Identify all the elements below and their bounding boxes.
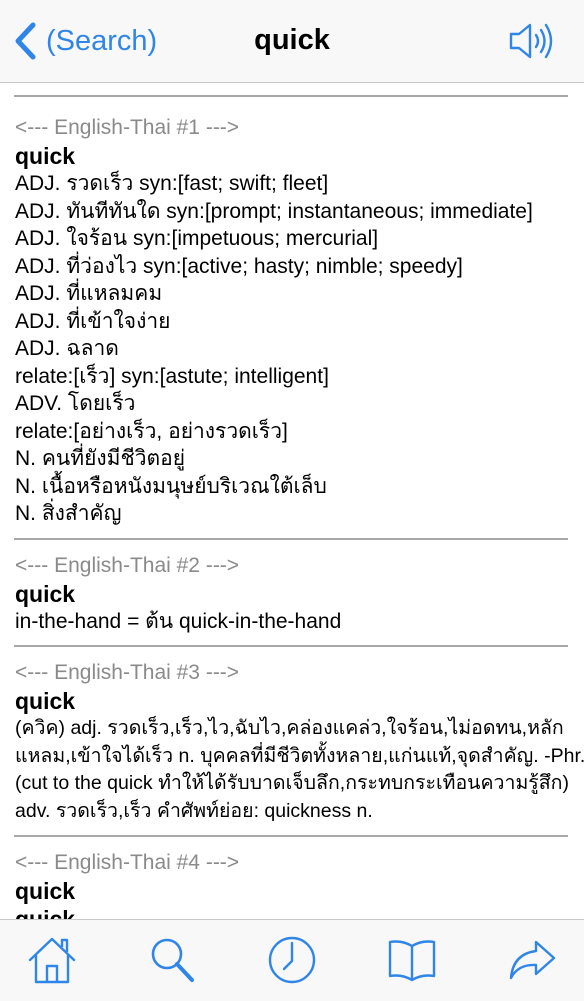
definition-line: ADJ. ที่แหลมคม: [15, 282, 163, 305]
tab-home[interactable]: [26, 934, 78, 986]
back-button-label: (Search): [46, 24, 158, 57]
tab-share[interactable]: [506, 934, 558, 986]
entry-headword: quick: [15, 878, 76, 904]
definition-line: N. สิ่งสำคัญ: [15, 502, 122, 525]
entry-header: <--- English-Thai #2 --->: [15, 553, 240, 577]
entry-header: <--- English-Thai #4 --->: [15, 851, 240, 874]
clock-icon: [268, 936, 316, 984]
dictionary-entry-2: <--- English-Thai #2 ---> quick in-the-h…: [0, 552, 584, 636]
entry-headword: quick: [15, 143, 76, 169]
definition-line: ADJ. ฉลาด: [15, 337, 119, 360]
tab-search[interactable]: [146, 934, 198, 986]
dictionary-entry-1: <--- English-Thai #1 ---> quick ADJ. รวด…: [0, 114, 584, 528]
definition-line: (ควิค) adj. รวดเร็ว,เร็ว,ไว,ฉับไว,คล่องแ…: [15, 717, 564, 739]
definition-line: adv. รวดเร็ว,เร็ว คำศัพท์ย่อย: quickness…: [15, 799, 373, 822]
definition-line: N. เนื้อหรือหนังมนุษย์บริเวณใต้เล็บ: [15, 474, 327, 498]
definition-line: (cut to the quick ทำให้ได้รับบาดเจ็บลึก,…: [15, 772, 569, 794]
share-icon: [509, 940, 556, 980]
tab-history[interactable]: [266, 934, 318, 986]
definition-line: ADJ. รวดเร็ว syn:[fast; swift; fleet]: [15, 172, 329, 195]
entry-headword: quick: [15, 906, 76, 919]
definition-line: N. คนที่ยังมีชีวิตอยู่: [15, 447, 186, 470]
search-icon: [151, 938, 194, 982]
entry-header: <--- English-Thai #1 --->: [15, 116, 240, 139]
entry-header: <--- English-Thai #3 --->: [15, 661, 240, 684]
definition-line: ADJ. ใจร้อน syn:[impetuous; mercurial]: [15, 227, 379, 250]
entry-headword: quick: [15, 580, 76, 607]
home-icon: [28, 937, 76, 984]
speaker-icon: [509, 23, 553, 59]
definition-line: ADJ. ที่ว่องไว syn:[active; hasty; nimbl…: [15, 254, 463, 278]
definition-line: relate:[เร็ว] syn:[astute; intelligent]: [15, 364, 329, 388]
definition-line: in-the-hand = ต้น quick-in-the-hand: [15, 609, 342, 633]
book-icon: [388, 940, 436, 982]
definition-line: ADV. โดยเร็ว: [15, 392, 136, 415]
navigation-bar: (Search) quick: [0, 0, 584, 83]
definition-line: ADJ. ทันทีทันใด syn:[prompt; instantaneo…: [15, 199, 533, 223]
definition-line: ADJ. ที่เข้าใจง่าย: [15, 309, 171, 333]
entry-headword: quick: [15, 688, 76, 714]
dictionary-entry-3: <--- English-Thai #3 ---> quick (ควิค) a…: [0, 659, 584, 825]
definition-line: relate:[อย่างเร็ว, อย่างรวดเร็ว]: [15, 419, 288, 443]
back-button[interactable]: (Search): [12, 20, 157, 62]
dictionary-entry-4: <--- English-Thai #4 ---> quick quick: [0, 849, 584, 919]
tab-bar: [0, 919, 584, 1001]
tab-bookmarks[interactable]: [386, 934, 438, 986]
definition-content[interactable]: <--- English-Thai #1 ---> quick ADJ. รวด…: [0, 83, 584, 919]
definition-line: แหลม,เข้าใจได้เร็ว n. บุคคลที่มีชีวิตทั้…: [15, 744, 584, 767]
chevron-left-icon: [15, 22, 36, 60]
speaker-button[interactable]: [508, 20, 554, 62]
